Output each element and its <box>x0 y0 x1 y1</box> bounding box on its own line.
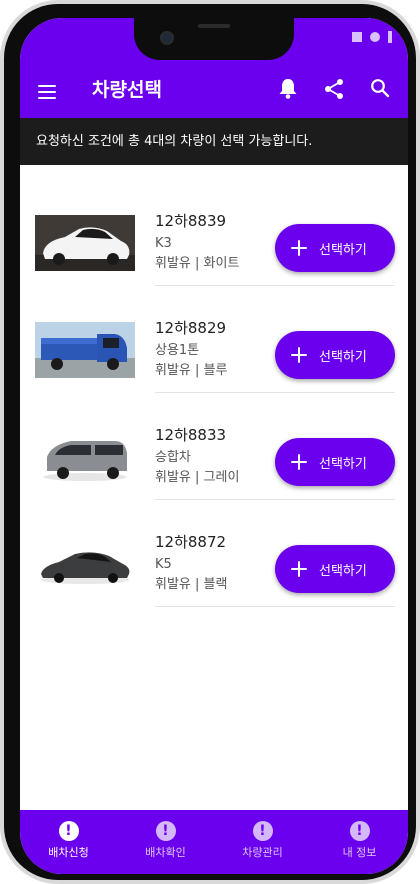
divider <box>155 606 395 607</box>
status-bar <box>20 18 408 60</box>
plus-icon <box>291 454 307 470</box>
vehicle-item: 12하8872 K5 휘발유 | 블랙 선택하기 <box>20 487 408 607</box>
nav-item-vehicle-management[interactable]: ! 차량관리 <box>214 810 311 874</box>
white-sedan-photo <box>35 215 135 271</box>
notch <box>134 18 294 60</box>
vehicle-info: 12하8839 K3 휘발유 | 화이트 <box>155 210 239 274</box>
vehicle-plate: 12하8872 <box>155 533 227 551</box>
search-icon[interactable] <box>370 78 390 100</box>
vehicle-item: 12하8839 K3 휘발유 | 화이트 선택하기 <box>20 166 408 286</box>
nav-item-dispatch-request[interactable]: ! 배차신청 <box>20 810 117 874</box>
vehicle-plate: 12하8833 <box>155 426 227 444</box>
bottom-navigation: ! 배차신청 ! 배차확인 ! 차량관리 ! 내 정보 <box>20 810 408 874</box>
status-icons <box>352 31 392 43</box>
nav-item-dispatch-check[interactable]: ! 배차확인 <box>117 810 214 874</box>
select-button-label: 선택하기 <box>319 242 367 258</box>
battery-icon <box>388 31 392 43</box>
speaker <box>198 24 230 28</box>
alert-icon: ! <box>155 821 176 841</box>
vehicle-model: K3 <box>155 236 172 251</box>
plus-icon <box>291 347 307 363</box>
vehicle-spec: 휘발유 | 블루 <box>155 363 228 378</box>
select-vehicle-button[interactable]: 선택하기 <box>275 331 395 379</box>
vehicle-model: 승합차 <box>155 450 191 465</box>
select-button-label: 선택하기 <box>319 563 367 579</box>
nav-label: 배차신청 <box>48 846 89 859</box>
plus-icon <box>291 240 307 256</box>
nav-label: 내 정보 <box>342 846 377 859</box>
plus-icon <box>291 561 307 577</box>
page-title: 차량선택 <box>92 79 162 101</box>
camera-icon <box>160 31 174 45</box>
vehicle-model: 상용1톤 <box>155 343 200 358</box>
select-vehicle-button[interactable]: 선택하기 <box>275 224 395 272</box>
blue-truck-photo <box>35 322 135 378</box>
gray-van-photo <box>35 429 135 485</box>
black-sedan-photo <box>35 536 135 592</box>
bell-icon[interactable] <box>278 78 298 100</box>
nav-label: 배차확인 <box>145 846 186 859</box>
select-button-label: 선택하기 <box>319 349 367 365</box>
vehicle-spec: 휘발유 | 블랙 <box>155 577 228 592</box>
vehicle-item: 12하8829 상용1톤 휘발유 | 블루 선택하기 <box>20 273 408 393</box>
phone-frame: 차량선택 요청하신 조건에 총 4대의 차량이 선택 가능합니다. 12하883… <box>0 0 420 884</box>
vehicle-spec: 휘발유 | 그레이 <box>155 470 240 485</box>
menu-icon[interactable] <box>38 85 56 103</box>
vehicle-model: K5 <box>155 557 172 572</box>
share-icon[interactable] <box>324 78 344 100</box>
phone-bezel: 차량선택 요청하신 조건에 총 4대의 차량이 선택 가능합니다. 12하883… <box>4 4 416 880</box>
alert-icon: ! <box>252 821 273 841</box>
nav-item-my-info[interactable]: ! 내 정보 <box>311 810 408 874</box>
select-button-label: 선택하기 <box>319 456 367 472</box>
vehicle-info: 12하8833 승합차 휘발유 | 그레이 <box>155 424 239 488</box>
select-vehicle-button[interactable]: 선택하기 <box>275 545 395 593</box>
vehicle-spec: 휘발유 | 화이트 <box>155 256 240 271</box>
vehicle-plate: 12하8829 <box>155 319 227 337</box>
availability-notice: 요청하신 조건에 총 4대의 차량이 선택 가능합니다. <box>20 118 408 165</box>
signal-icon <box>352 32 362 42</box>
vehicle-info: 12하8829 상용1톤 휘발유 | 블루 <box>155 317 227 381</box>
nav-label: 차량관리 <box>242 846 283 859</box>
select-vehicle-button[interactable]: 선택하기 <box>275 438 395 486</box>
vehicle-plate: 12하8839 <box>155 212 227 230</box>
alert-icon: ! <box>58 821 79 841</box>
vehicle-info: 12하8872 K5 휘발유 | 블랙 <box>155 531 227 595</box>
app-screen: 차량선택 요청하신 조건에 총 4대의 차량이 선택 가능합니다. 12하883… <box>20 18 408 874</box>
vehicle-item: 12하8833 승합차 휘발유 | 그레이 선택하기 <box>20 380 408 500</box>
alert-icon: ! <box>349 821 370 841</box>
wifi-icon <box>370 32 380 42</box>
app-bar: 차량선택 <box>20 60 408 118</box>
